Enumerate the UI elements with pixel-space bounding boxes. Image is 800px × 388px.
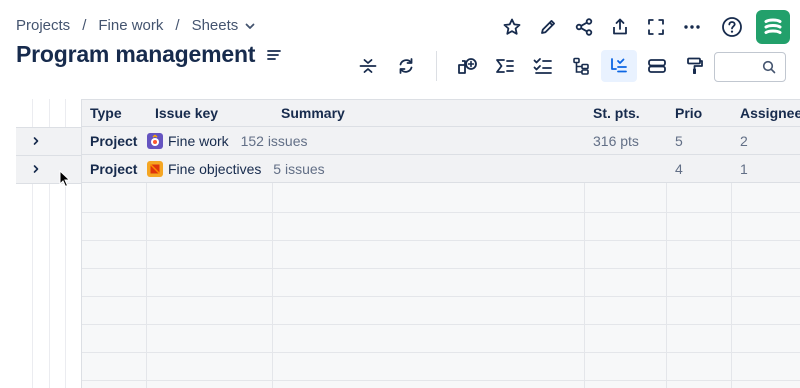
breadcrumb-separator: / (175, 17, 180, 34)
export-icon[interactable] (602, 11, 638, 43)
prio-cell: 5 (675, 133, 683, 149)
row-gutter (16, 99, 81, 388)
toolbar (350, 50, 715, 82)
prio-cell: 4 (675, 161, 683, 177)
column-header-story-points[interactable]: St. pts. (585, 100, 667, 127)
search-field[interactable] (714, 52, 786, 82)
issue-key-cell[interactable]: Fine work 152 issues (139, 127, 589, 155)
add-structure-icon[interactable] (449, 50, 485, 82)
more-icon[interactable] (674, 11, 710, 43)
filter-hierarchy-icon[interactable] (601, 50, 637, 82)
breadcrumb-separator: / (82, 17, 87, 34)
grid-header: Type Issue key Summary St. pts. Prio Ass… (82, 100, 800, 127)
title-menu-icon[interactable] (267, 49, 282, 61)
top-actions (494, 10, 790, 44)
issue-count: 152 issues (240, 133, 308, 149)
checklist-icon[interactable] (525, 50, 561, 82)
star-icon[interactable] (494, 11, 530, 43)
column-header-type[interactable]: Type (82, 100, 147, 127)
assignee-cell: 2 (740, 133, 748, 149)
issue-count: 5 issues (273, 161, 325, 177)
column-header-prio[interactable]: Prio (667, 100, 732, 127)
hierarchy-icon[interactable] (563, 50, 599, 82)
type-cell: Project (90, 133, 138, 149)
assignee-cell: 1 (740, 161, 748, 177)
sum-icon[interactable] (487, 50, 523, 82)
page-title: Program management (16, 41, 256, 67)
table-row[interactable]: Project Fine work 152 issues 316 pts 5 2 (82, 127, 800, 155)
issue-key-text[interactable]: Fine work (168, 133, 229, 149)
column-header-assignee[interactable]: Assignee (732, 100, 800, 127)
project-avatar-icon (147, 133, 163, 149)
column-header-issue-key[interactable]: Issue key (147, 100, 273, 127)
story-points-cell: 316 pts (593, 133, 639, 149)
row-height-icon[interactable] (639, 50, 675, 82)
title-row: Program management (16, 41, 282, 68)
pencil-icon[interactable] (530, 11, 566, 43)
chevron-down-icon[interactable] (244, 20, 256, 32)
breadcrumb: Projects / Fine work / Sheets (16, 17, 256, 34)
data-grid: Type Issue key Summary St. pts. Prio Ass… (81, 99, 800, 388)
toolbar-divider (436, 51, 437, 81)
format-painter-icon[interactable] (677, 50, 713, 82)
table-row[interactable]: Project Fine objectives 5 issues 4 1 (82, 155, 800, 183)
search-input[interactable] (721, 57, 761, 77)
app-logo[interactable] (756, 10, 790, 44)
mouse-cursor-icon (59, 169, 71, 193)
search-icon (762, 60, 776, 79)
expand-row-2-icon[interactable] (28, 161, 44, 177)
column-header-summary[interactable]: Summary (273, 100, 585, 127)
issue-key-cell[interactable]: Fine objectives 5 issues (139, 155, 589, 183)
refresh-icon[interactable] (388, 50, 424, 82)
breadcrumb-sheets[interactable]: Sheets (192, 17, 239, 34)
expand-row-1-icon[interactable] (28, 133, 44, 149)
share-icon[interactable] (566, 11, 602, 43)
fullscreen-icon[interactable] (638, 11, 674, 43)
sheet-grid: Type Issue key Summary St. pts. Prio Ass… (16, 99, 800, 388)
objectives-avatar-icon (147, 161, 163, 177)
help-icon[interactable] (714, 11, 750, 43)
collapse-rows-icon[interactable] (350, 50, 386, 82)
breadcrumb-fine-work[interactable]: Fine work (98, 17, 163, 34)
type-cell: Project (90, 161, 138, 177)
issue-key-text[interactable]: Fine objectives (168, 161, 261, 177)
story-points-cell (585, 155, 667, 183)
breadcrumb-projects[interactable]: Projects (16, 17, 70, 34)
